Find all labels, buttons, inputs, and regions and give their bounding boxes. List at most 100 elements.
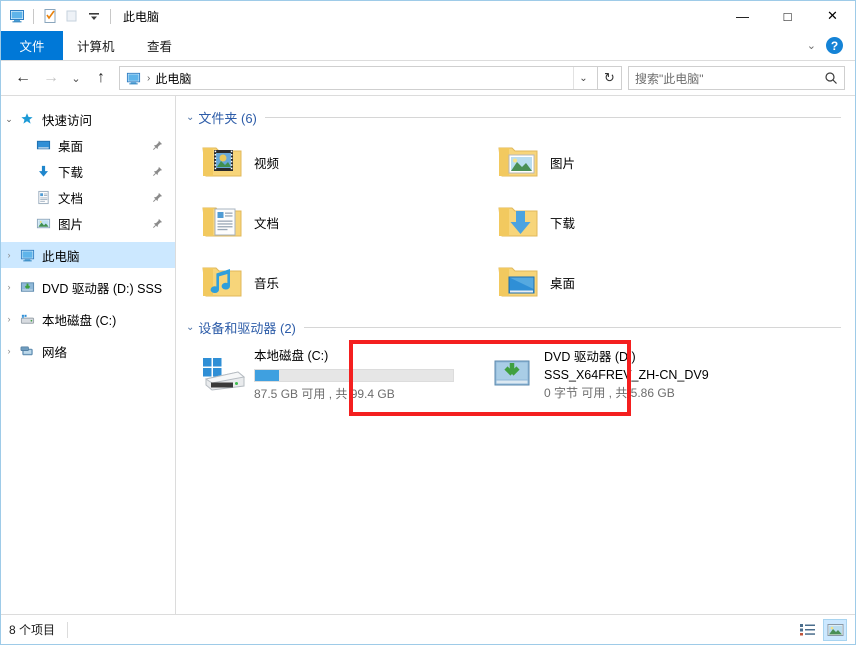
- sidebar-item-local-disk-c[interactable]: › 本地磁盘 (C:): [1, 306, 175, 332]
- drive-item-local-disk-c[interactable]: 本地磁盘 (C:) 87.5 GB 可用 , 共 99.4 GB: [186, 342, 476, 406]
- drive-capacity-text: 87.5 GB 可用 , 共 99.4 GB: [254, 387, 395, 401]
- folder-item-documents[interactable]: 文档: [186, 192, 482, 252]
- status-bar: 8 个项目: [1, 614, 855, 644]
- address-dropdown-icon[interactable]: ⌄: [573, 67, 593, 89]
- pin-icon[interactable]: [152, 218, 163, 229]
- recent-locations-chevron-icon[interactable]: ⌄: [65, 65, 87, 91]
- file-explorer-window: 此电脑 — □ ✕ 文件 计算机 查看 ⌄ ? ← → ⌄ ↑ › 此电脑 ⌄ …: [0, 0, 856, 645]
- sidebar-item-dvd-drive[interactable]: › DVD 驱动器 (D:) SSS: [1, 274, 175, 300]
- network-icon: [17, 344, 37, 359]
- pin-icon[interactable]: [152, 166, 163, 177]
- pin-icon[interactable]: [152, 192, 163, 203]
- sidebar-item-label: DVD 驱动器 (D:) SSS: [42, 281, 163, 296]
- folder-item-pictures[interactable]: 图片: [482, 132, 778, 192]
- sidebar-item-downloads[interactable]: 下载: [1, 158, 175, 184]
- sidebar-item-desktop[interactable]: 桌面: [1, 132, 175, 158]
- chevron-right-icon[interactable]: ›: [1, 282, 17, 292]
- chevron-down-icon[interactable]: ⌄: [186, 322, 194, 333]
- refresh-button[interactable]: ↻: [598, 66, 622, 90]
- pictures-folder-icon: [490, 142, 546, 182]
- folders-group-title: 文件夹 (6): [198, 110, 257, 126]
- chevron-right-icon[interactable]: ›: [1, 346, 17, 356]
- close-button[interactable]: ✕: [810, 1, 855, 31]
- sidebar-item-this-pc[interactable]: › 此电脑: [1, 242, 175, 268]
- search-icon[interactable]: [824, 71, 838, 85]
- customize-qat-chevron-icon[interactable]: [84, 6, 104, 26]
- drive-capacity-fill: [255, 370, 279, 381]
- tab-view[interactable]: 查看: [129, 31, 191, 60]
- sidebar-item-label: 文档: [58, 191, 84, 206]
- chevron-down-icon[interactable]: ⌄: [807, 39, 816, 52]
- music-folder-icon: [194, 262, 250, 302]
- up-button[interactable]: ↑: [87, 65, 115, 91]
- file-list-view[interactable]: ⌄ 文件夹 (6) 视频 图片 文档 下载 音乐 桌面 ⌄ 设备和驱动器 (2)…: [176, 96, 855, 614]
- drive-name: DVD 驱动器 (D:): [544, 350, 636, 364]
- sidebar-item-label: 图片: [58, 217, 84, 232]
- large-icons-view-button[interactable]: [823, 618, 847, 641]
- devices-grid: 本地磁盘 (C:) 87.5 GB 可用 , 共 99.4 GB DVD 驱动器…: [186, 342, 841, 406]
- downloads-folder-icon: [490, 202, 546, 242]
- search-input[interactable]: 搜索"此电脑": [635, 70, 824, 87]
- sidebar-item-pictures[interactable]: 图片: [1, 210, 175, 236]
- sidebar-item-network[interactable]: › 网络: [1, 338, 175, 364]
- drive-item-dvd-drive-d[interactable]: DVD 驱动器 (D:) SSS_X64FREV_ZH-CN_DV9 0 字节 …: [476, 342, 776, 406]
- star-icon: [17, 112, 37, 126]
- status-divider: [67, 621, 69, 638]
- sidebar-item-label: 本地磁盘 (C:): [42, 313, 117, 328]
- chevron-right-icon[interactable]: ›: [1, 250, 17, 260]
- view-toggle-group: [795, 618, 847, 641]
- sidebar-item-label: 桌面: [58, 139, 84, 154]
- folder-item-desktop[interactable]: 桌面: [482, 252, 778, 312]
- dvd-drive-icon: [17, 280, 37, 295]
- folder-item-label: 文档: [254, 216, 280, 231]
- new-folder-icon[interactable]: [62, 6, 82, 26]
- group-divider: [303, 326, 841, 328]
- tab-file[interactable]: 文件: [1, 31, 63, 60]
- drive-capacity-text: 0 字节 可用 , 共 5.86 GB: [544, 386, 675, 400]
- maximize-button[interactable]: □: [765, 1, 810, 31]
- minimize-button[interactable]: —: [720, 1, 765, 31]
- this-pc-icon[interactable]: [7, 6, 27, 26]
- windows-drive-icon: [194, 353, 254, 395]
- address-bar[interactable]: › 此电脑 ⌄: [119, 66, 598, 90]
- drive-info: 本地磁盘 (C:) 87.5 GB 可用 , 共 99.4 GB: [254, 345, 476, 403]
- quick-access-toolbar: [7, 6, 115, 26]
- drive-capacity-bar: [254, 369, 454, 382]
- folder-item-music[interactable]: 音乐: [186, 252, 482, 312]
- dvd-drive-icon: [484, 354, 544, 394]
- sidebar-item-documents[interactable]: 文档: [1, 184, 175, 210]
- pin-icon[interactable]: [152, 140, 163, 151]
- breadcrumb-separator: ›: [147, 72, 151, 84]
- folder-item-downloads[interactable]: 下载: [482, 192, 778, 252]
- navigation-pane: ⌄ 快速访问 桌面 下载 文档 图片 › 此电脑 › DVD 驱动器 (D:) …: [1, 96, 176, 614]
- folder-item-label: 桌面: [550, 276, 576, 291]
- folder-item-videos[interactable]: 视频: [186, 132, 482, 192]
- chevron-down-icon[interactable]: ⌄: [186, 112, 194, 123]
- properties-icon[interactable]: [40, 6, 60, 26]
- devices-group-title: 设备和驱动器 (2): [198, 320, 296, 336]
- explorer-body: ⌄ 快速访问 桌面 下载 文档 图片 › 此电脑 › DVD 驱动器 (D:) …: [1, 95, 855, 614]
- breadcrumb-current[interactable]: 此电脑: [155, 70, 191, 87]
- folder-item-label: 视频: [254, 156, 280, 171]
- videos-folder-icon: [194, 142, 250, 182]
- this-pc-icon: [17, 248, 37, 263]
- drive-volume-label: SSS_X64FREV_ZH-CN_DV9: [544, 368, 709, 382]
- qat-separator-1: [33, 8, 34, 24]
- tab-computer[interactable]: 计算机: [63, 31, 129, 60]
- back-button[interactable]: ←: [9, 65, 37, 91]
- sidebar-item-quick-access[interactable]: ⌄ 快速访问: [1, 106, 175, 132]
- hard-drive-icon: [17, 312, 37, 327]
- help-icon[interactable]: ?: [826, 37, 843, 54]
- devices-group-header[interactable]: ⌄ 设备和驱动器 (2): [186, 316, 841, 338]
- downloads-icon: [33, 164, 53, 179]
- sidebar-item-label: 下载: [58, 165, 84, 180]
- forward-button: →: [43, 69, 59, 86]
- search-box[interactable]: 搜索"此电脑": [628, 66, 845, 90]
- documents-icon: [33, 190, 53, 205]
- folders-group-header[interactable]: ⌄ 文件夹 (6): [186, 106, 841, 128]
- details-view-button[interactable]: [795, 619, 819, 641]
- folder-item-label: 音乐: [254, 276, 280, 291]
- chevron-down-icon[interactable]: ⌄: [1, 114, 17, 125]
- chevron-right-icon[interactable]: ›: [1, 314, 17, 324]
- drive-info: DVD 驱动器 (D:) SSS_X64FREV_ZH-CN_DV9 0 字节 …: [544, 346, 776, 402]
